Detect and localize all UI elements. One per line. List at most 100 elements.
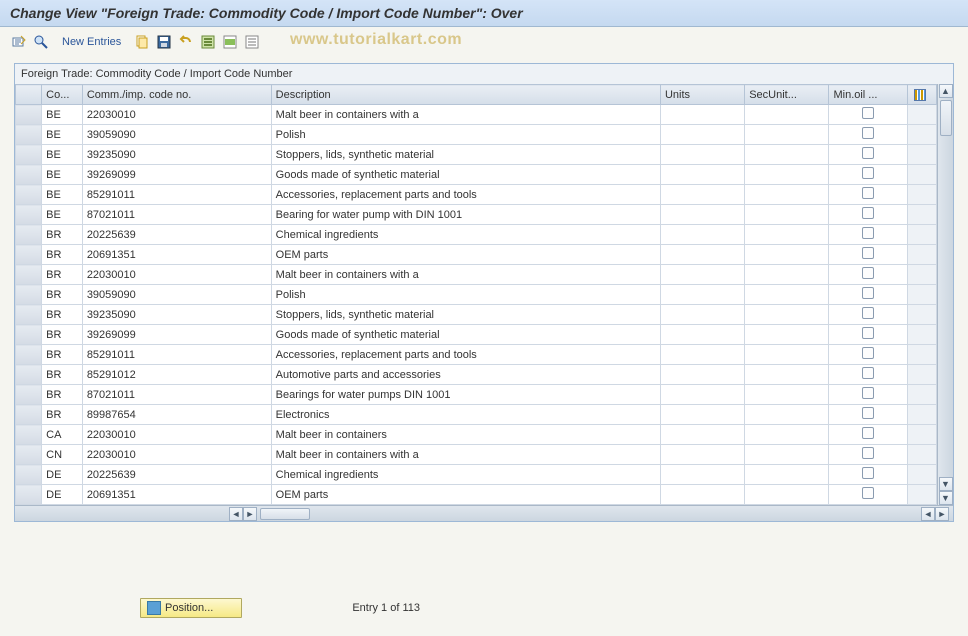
row-handle[interactable] [16,485,42,505]
checkbox[interactable] [862,227,874,239]
table-row[interactable]: BR22030010Malt beer in containers with a [16,265,937,285]
cell-secunit[interactable] [745,365,829,385]
cell-description[interactable]: Goods made of synthetic material [271,165,660,185]
table-row[interactable]: CA22030010Malt beer in containers [16,425,937,445]
cell-units[interactable] [660,345,744,365]
cell-units[interactable] [660,445,744,465]
select-block-icon[interactable] [221,33,239,51]
cell-secunit[interactable] [745,105,829,125]
cell-units[interactable] [660,325,744,345]
cell-units[interactable] [660,105,744,125]
cell-code[interactable]: 20691351 [82,485,271,505]
cell-minoil[interactable] [829,185,907,205]
position-button[interactable]: Position... [140,598,242,618]
cell-country[interactable]: BE [42,105,83,125]
cell-minoil[interactable] [829,325,907,345]
cell-minoil[interactable] [829,305,907,325]
cell-country[interactable]: BR [42,225,83,245]
checkbox[interactable] [862,287,874,299]
cell-description[interactable]: Polish [271,125,660,145]
cell-description[interactable]: Bearings for water pumps DIN 1001 [271,385,660,405]
cell-minoil[interactable] [829,425,907,445]
table-corner[interactable] [16,85,42,105]
cell-description[interactable]: Malt beer in containers with a [271,265,660,285]
row-handle[interactable] [16,105,42,125]
cell-code[interactable]: 85291011 [82,345,271,365]
row-handle[interactable] [16,465,42,485]
cell-description[interactable]: Chemical ingredients [271,225,660,245]
cell-minoil[interactable] [829,145,907,165]
col-header-units[interactable]: Units [660,85,744,105]
table-row[interactable]: BR39059090Polish [16,285,937,305]
cell-country[interactable]: BR [42,265,83,285]
row-handle[interactable] [16,185,42,205]
cell-country[interactable]: BE [42,205,83,225]
col-header-code[interactable]: Comm./imp. code no. [82,85,271,105]
cell-code[interactable]: 39269099 [82,165,271,185]
cell-code[interactable]: 87021011 [82,205,271,225]
table-row[interactable]: BR85291011Accessories, replacement parts… [16,345,937,365]
cell-code[interactable]: 85291012 [82,365,271,385]
cell-units[interactable] [660,465,744,485]
cell-minoil[interactable] [829,405,907,425]
cell-units[interactable] [660,205,744,225]
cell-code[interactable]: 20225639 [82,465,271,485]
cell-description[interactable]: Malt beer in containers [271,425,660,445]
cell-code[interactable]: 39059090 [82,285,271,305]
checkbox[interactable] [862,367,874,379]
cell-code[interactable]: 39269099 [82,325,271,345]
copy-icon[interactable] [133,33,151,51]
cell-secunit[interactable] [745,145,829,165]
cell-secunit[interactable] [745,465,829,485]
cell-secunit[interactable] [745,225,829,245]
cell-minoil[interactable] [829,285,907,305]
cell-code[interactable]: 39235090 [82,305,271,325]
col-header-description[interactable]: Description [271,85,660,105]
cell-country[interactable]: BR [42,345,83,365]
cell-minoil[interactable] [829,245,907,265]
cell-units[interactable] [660,425,744,445]
table-row[interactable]: DE20691351OEM parts [16,485,937,505]
cell-code[interactable]: 39235090 [82,145,271,165]
checkbox[interactable] [862,267,874,279]
table-row[interactable]: BE39235090Stoppers, lids, synthetic mate… [16,145,937,165]
row-handle[interactable] [16,345,42,365]
cell-secunit[interactable] [745,325,829,345]
save-icon[interactable] [155,33,173,51]
scroll-right-icon[interactable]: ► [935,507,949,521]
checkbox[interactable] [862,487,874,499]
checkbox[interactable] [862,147,874,159]
cell-code[interactable]: 89987654 [82,405,271,425]
scroll-left-icon[interactable]: ◄ [229,507,243,521]
row-handle[interactable] [16,165,42,185]
find-icon[interactable] [32,33,50,51]
table-row[interactable]: BE87021011Bearing for water pump with DI… [16,205,937,225]
row-handle[interactable] [16,205,42,225]
scroll-down-icon[interactable]: ▼ [939,477,953,491]
cell-description[interactable]: Accessories, replacement parts and tools [271,345,660,365]
table-row[interactable]: BR39235090Stoppers, lids, synthetic mate… [16,305,937,325]
cell-units[interactable] [660,405,744,425]
cell-country[interactable]: BR [42,285,83,305]
cell-minoil[interactable] [829,105,907,125]
toggle-display-icon[interactable] [10,33,28,51]
cell-code[interactable]: 39059090 [82,125,271,145]
checkbox[interactable] [862,187,874,199]
cell-secunit[interactable] [745,245,829,265]
scroll-right-icon[interactable]: ► [243,507,257,521]
cell-description[interactable]: Malt beer in containers with a [271,105,660,125]
cell-country[interactable]: BE [42,185,83,205]
cell-minoil[interactable] [829,365,907,385]
cell-code[interactable]: 20691351 [82,245,271,265]
table-row[interactable]: BE39269099Goods made of synthetic materi… [16,165,937,185]
checkbox[interactable] [862,387,874,399]
cell-country[interactable]: DE [42,485,83,505]
table-row[interactable]: DE20225639Chemical ingredients [16,465,937,485]
cell-country[interactable]: BE [42,145,83,165]
row-handle[interactable] [16,325,42,345]
checkbox[interactable] [862,127,874,139]
cell-country[interactable]: BE [42,125,83,145]
cell-secunit[interactable] [745,185,829,205]
cell-units[interactable] [660,245,744,265]
cell-secunit[interactable] [745,385,829,405]
